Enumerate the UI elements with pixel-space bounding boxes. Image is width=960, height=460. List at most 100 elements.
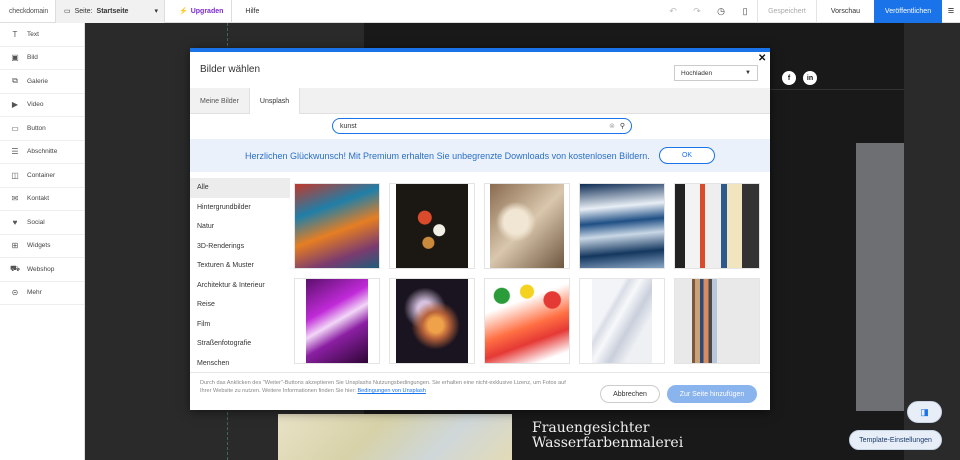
category-item[interactable]: Natur bbox=[190, 217, 290, 237]
preview-button[interactable]: Vorschau bbox=[815, 0, 874, 23]
saved-status: Gespeichert bbox=[757, 0, 816, 23]
sidebar-item-sections[interactable]: ☰ Abschnitte bbox=[0, 141, 84, 164]
add-to-page-button[interactable]: Zur Seite hinzufügen bbox=[667, 385, 757, 403]
collage-image bbox=[675, 184, 759, 268]
search-field: ⊗ ⚲ bbox=[332, 118, 632, 134]
template-settings-button[interactable]: Template-Einstellungen bbox=[849, 430, 942, 450]
category-item[interactable]: Menschen bbox=[190, 354, 290, 373]
page-selector-value: Startseite bbox=[96, 7, 129, 15]
contact-icon: ✉ bbox=[11, 194, 19, 204]
smoke-art-image bbox=[396, 279, 468, 363]
page-selector[interactable]: ▭ Seite: Startseite ▾ bbox=[55, 0, 165, 23]
text-icon: T bbox=[12, 29, 18, 39]
cancel-button[interactable]: Abbrechen bbox=[600, 385, 660, 403]
tab-unsplash[interactable]: Unsplash bbox=[248, 88, 301, 114]
image-tile[interactable] bbox=[389, 183, 475, 269]
undo-icon[interactable]: ↶ bbox=[661, 0, 685, 23]
linkedin-icon[interactable]: in bbox=[803, 71, 817, 85]
sections-icon: ☰ bbox=[11, 147, 19, 157]
lightning-icon: ⚡ bbox=[179, 8, 188, 15]
modal-footer: Durch das Anklicken des "Weiter"-Buttons… bbox=[190, 372, 770, 414]
chevron-down-icon: ▾ bbox=[154, 8, 158, 15]
button-icon: ▭ bbox=[11, 123, 19, 133]
category-item[interactable]: Alle bbox=[190, 178, 290, 198]
sidebar-item-label: Video bbox=[27, 101, 44, 109]
sidebar-item-video[interactable]: ▶ Video bbox=[0, 94, 84, 117]
terms-link[interactable]: Bedingungen von Unsplash bbox=[357, 388, 425, 394]
image-picker-modal: Bilder wählen ✕ Hochladen ▼ Meine Bilder… bbox=[190, 48, 770, 410]
sidebar-item-label: Galerie bbox=[27, 77, 48, 85]
watercolor-image bbox=[278, 414, 512, 460]
sidebar-item-button[interactable]: ▭ Button bbox=[0, 117, 84, 141]
image-tile[interactable] bbox=[484, 183, 570, 269]
tab-my-images[interactable]: Meine Bilder bbox=[190, 88, 249, 114]
paintbrushes-image bbox=[295, 184, 379, 268]
sidebar-item-label: Widgets bbox=[27, 242, 51, 250]
sidebar-item-label: Bild bbox=[27, 54, 38, 62]
upgrade-button[interactable]: ⚡ Upgraden bbox=[171, 0, 233, 23]
sidebar-item-contact[interactable]: ✉ Kontakt bbox=[0, 188, 84, 211]
image-grid bbox=[294, 183, 760, 367]
sidebar-item-label: Webshop bbox=[27, 265, 55, 273]
publish-button[interactable]: Veröffentlichen bbox=[874, 0, 942, 23]
page-selector-label: Seite: bbox=[74, 7, 93, 15]
category-item[interactable]: Architektur & Interieur bbox=[190, 276, 290, 296]
sidebar-item-text[interactable]: T Text bbox=[0, 23, 84, 47]
image-tile[interactable] bbox=[579, 183, 665, 269]
close-icon[interactable]: ✕ bbox=[758, 54, 767, 64]
video-icon: ▶ bbox=[11, 100, 19, 110]
image-tile[interactable] bbox=[484, 278, 570, 364]
redo-icon[interactable]: ↷ bbox=[685, 0, 709, 23]
hamburger-menu-icon[interactable]: ≡ bbox=[942, 0, 960, 23]
history-icon[interactable]: ◷ bbox=[709, 0, 733, 23]
sidebar-item-webshop[interactable]: ⛟ Webshop bbox=[0, 258, 84, 282]
sidebar-item-container[interactable]: ◫ Container bbox=[0, 164, 84, 188]
blue-waves-image bbox=[580, 184, 664, 268]
brand-logo[interactable]: checkdomain bbox=[0, 8, 55, 15]
help-button[interactable]: Hilfe bbox=[232, 8, 272, 15]
top-bar: checkdomain ▭ Seite: Startseite ▾ ⚡ Upgr… bbox=[0, 0, 960, 23]
site-heading: Frauengesichter Wasserfarbenmalerei bbox=[532, 421, 683, 451]
image-tile[interactable] bbox=[579, 278, 665, 364]
image-tile[interactable] bbox=[294, 183, 380, 269]
terms-notice: Durch das Anklicken des "Weiter"-Buttons… bbox=[200, 379, 570, 395]
sidebar-item-gallery[interactable]: ⧉ Galerie bbox=[0, 70, 84, 94]
image-tile[interactable] bbox=[389, 278, 475, 364]
cart-icon: ⛟ bbox=[10, 264, 21, 274]
mobile-view-icon[interactable]: ▯ bbox=[733, 0, 757, 23]
image-tile[interactable] bbox=[674, 183, 760, 269]
category-item[interactable]: 3D-Renderings bbox=[190, 237, 290, 257]
sidebar-item-label: Text bbox=[27, 30, 39, 38]
widgets-icon: ⊞ bbox=[11, 241, 19, 251]
search-icon[interactable]: ⚲ bbox=[620, 122, 625, 130]
clear-icon[interactable]: ⊗ bbox=[609, 122, 615, 130]
image-icon: ▣ bbox=[11, 53, 19, 63]
facebook-icon[interactable]: f bbox=[782, 71, 796, 85]
search-input[interactable] bbox=[340, 122, 590, 130]
upload-select-value: Hochladen bbox=[681, 69, 713, 77]
image-tile[interactable] bbox=[294, 278, 380, 364]
category-list: Alle Hintergrundbilder Natur 3D-Renderin… bbox=[190, 178, 290, 372]
sidebar: T Text ▣ Bild ⧉ Galerie ▶ Video ▭ Button ☰ Abs… bbox=[0, 23, 85, 460]
image-tile[interactable] bbox=[674, 278, 760, 364]
sidebar-item-social[interactable]: ♥ Social bbox=[0, 211, 84, 235]
social-icon: ♥ bbox=[12, 217, 18, 227]
flower-still-life-image bbox=[396, 184, 468, 268]
site-heading-line: Frauengesichter bbox=[532, 420, 650, 436]
category-item[interactable]: Texturen & Muster bbox=[190, 256, 290, 276]
sidebar-item-image[interactable]: ▣ Bild bbox=[0, 47, 84, 70]
page-icon: ▭ bbox=[64, 8, 71, 15]
sidebar-item-label: Social bbox=[27, 218, 45, 226]
modal-title: Bilder wählen bbox=[200, 64, 261, 75]
baroque-fresco-image bbox=[490, 184, 564, 268]
category-item[interactable]: Film bbox=[190, 315, 290, 335]
template-icon-button[interactable]: ◨ bbox=[907, 401, 942, 423]
category-item[interactable]: Straßenfotografie bbox=[190, 334, 290, 354]
sidebar-item-widgets[interactable]: ⊞ Widgets bbox=[0, 235, 84, 258]
category-item[interactable]: Hintergrundbilder bbox=[190, 198, 290, 218]
upload-select[interactable]: Hochladen ▼ bbox=[674, 65, 758, 81]
sidebar-item-label: Button bbox=[27, 124, 46, 132]
sidebar-item-more[interactable]: ⊝ Mehr bbox=[0, 282, 84, 305]
category-item[interactable]: Reise bbox=[190, 295, 290, 315]
ok-button[interactable]: OK bbox=[659, 147, 715, 164]
